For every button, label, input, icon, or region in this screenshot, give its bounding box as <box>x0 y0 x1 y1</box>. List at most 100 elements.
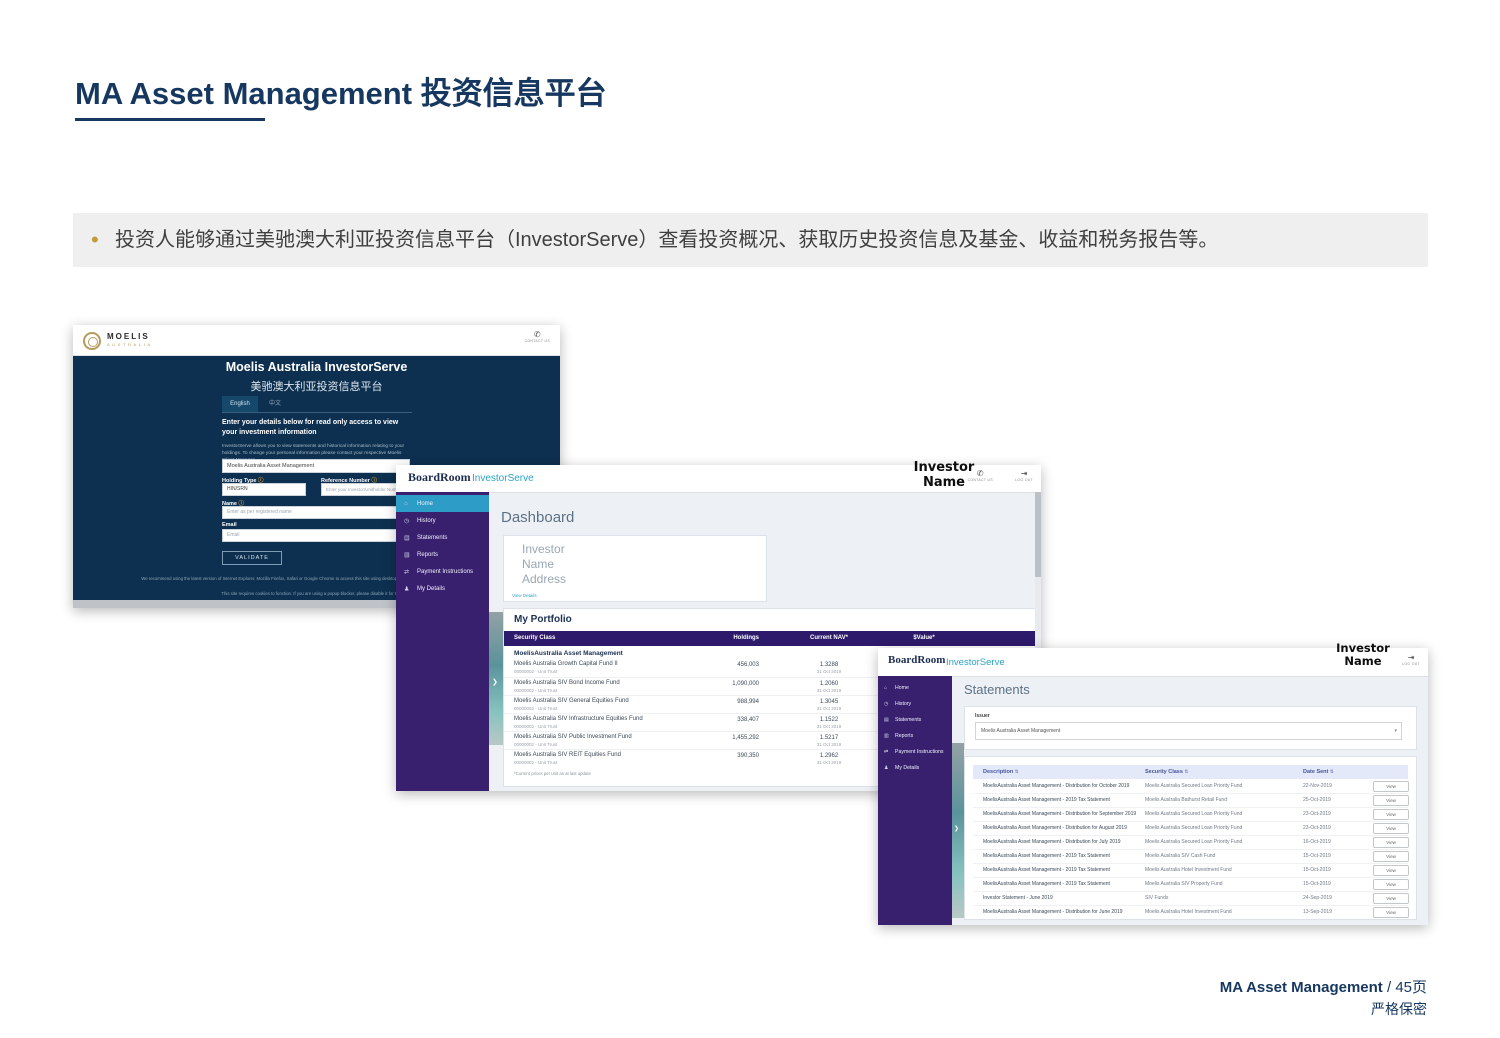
slide: MA Asset Management 投资信息平台 • 投资人能够通过美驰澳大… <box>0 0 1500 1038</box>
sidebar-item-statements[interactable]: ▤ Statements <box>878 712 952 727</box>
sidebar-item-history[interactable]: ◷ History <box>396 512 489 529</box>
statements-table-card: Description ⇅ Security Class ⇅ Date Sent… <box>964 756 1417 920</box>
holding-type-input[interactable]: HIN/SRN <box>222 483 306 496</box>
view-button[interactable]: View <box>1373 851 1409 862</box>
chevron-right-icon[interactable]: ❯ <box>954 825 959 832</box>
sidebar: ⌂ Home ◷ History ▤ Statements ▥ Reports … <box>878 676 952 925</box>
statements-icon: ▤ <box>884 717 889 723</box>
footer-confidential: 严格保密 <box>1220 999 1427 1019</box>
contact-us-button[interactable]: ✆ CONTACT US <box>525 330 550 343</box>
sidebar-item-reports[interactable]: ▥ Reports <box>396 546 489 563</box>
sort-icon: ⇅ <box>1184 769 1188 774</box>
phone-icon: ✆ <box>525 330 550 339</box>
investor-card-name: Investor <box>522 542 565 556</box>
view-button[interactable]: View <box>1373 809 1409 820</box>
scrollbar-thumb[interactable] <box>1035 492 1041 577</box>
statements-heading: Statements <box>964 682 1030 697</box>
bullet-icon: • <box>91 213 99 267</box>
statements-icon: ▤ <box>404 534 410 541</box>
view-details-link[interactable]: View Details <box>512 593 537 598</box>
home-icon: ⌂ <box>884 685 887 691</box>
tab-chinese[interactable]: 中文 <box>260 396 290 412</box>
sidebar-item-my-details[interactable]: ♟ My Details <box>878 760 952 775</box>
person-icon: ♟ <box>884 765 888 771</box>
table-row: MoelisAustralia Asset Management - 2019 … <box>973 849 1408 864</box>
issuer-card: Issuer Moelis Australia Asset Management… <box>964 706 1417 750</box>
carousel-image: ❯ <box>489 612 503 745</box>
table-row: MoelisAustralia Asset Management - Distr… <box>973 905 1408 919</box>
sort-icon: ⇅ <box>1015 769 1019 774</box>
table-row: MoelisAustralia Asset Management - Distr… <box>973 821 1408 836</box>
sidebar-item-my-details[interactable]: ♟ My Details <box>396 580 489 597</box>
boardroom-logo: BoardRoom <box>888 654 945 666</box>
reports-icon: ▥ <box>404 551 410 558</box>
investor-card: Investor Name Address View Details <box>503 535 767 602</box>
table-row: MoelisAustralia Asset Management - Distr… <box>973 779 1408 794</box>
sidebar-item-home[interactable]: ⌂ Home <box>396 495 489 512</box>
sort-security-class[interactable]: Security Class ⇅ <box>1145 765 1188 779</box>
sort-date-sent[interactable]: Date Sent ⇅ <box>1303 765 1334 779</box>
sidebar-item-history[interactable]: ◷ History <box>878 696 952 711</box>
view-button[interactable]: View <box>1373 823 1409 834</box>
person-icon: ♟ <box>404 585 409 592</box>
sort-icon: ⇅ <box>1330 769 1334 774</box>
slide-footer: MA Asset Management / 45页 严格保密 <box>1220 976 1427 1019</box>
portfolio-table-header: Security Class Holdings Current NAV* $Va… <box>504 631 1036 646</box>
chevron-right-icon[interactable]: ❯ <box>492 678 498 686</box>
issuer-label: Issuer <box>975 713 990 719</box>
bullet-bar: • 投资人能够通过美驰澳大利亚投资信息平台（InvestorServe）查看投资… <box>73 213 1428 267</box>
view-button[interactable]: View <box>1373 893 1409 904</box>
history-icon: ◷ <box>404 517 409 524</box>
moelis-brand-sub: AUSTRALIA <box>107 342 153 347</box>
table-row: Investor Statement - June 2019SIV Funds2… <box>973 891 1408 906</box>
issuer-input[interactable]: Moelis Australia Asset Management <box>222 459 410 473</box>
tab-english[interactable]: English <box>222 396 258 412</box>
portfolio-group: MoelisAustralia Asset Management <box>514 650 623 657</box>
payment-icon: ⇄ <box>404 568 409 575</box>
home-icon: ⌂ <box>404 501 408 507</box>
moelis-brand: MOELIS <box>107 332 150 341</box>
email-input[interactable]: Email <box>222 529 410 542</box>
sidebar-item-payment-instructions[interactable]: ⇄ Payment Instructions <box>396 563 489 580</box>
sidebar-item-home[interactable]: ⌂ Home <box>878 680 952 695</box>
view-button[interactable]: View <box>1373 795 1409 806</box>
logout-button[interactable]: ⇥ LOG OUT <box>1015 469 1033 482</box>
history-icon: ◷ <box>884 701 888 707</box>
sidebar-item-reports[interactable]: ▥ Reports <box>878 728 952 743</box>
investorserve-logo: InvestorServe <box>472 473 534 484</box>
login-form: English 中文 Enter your details below for … <box>222 325 412 608</box>
validate-button[interactable]: VALIDATE <box>222 551 282 565</box>
view-button[interactable]: View <box>1373 837 1409 848</box>
footer-brand: MA Asset Management <box>1220 979 1383 996</box>
reports-icon: ▥ <box>884 733 889 739</box>
payment-icon: ⇄ <box>884 749 888 755</box>
name-input[interactable]: Enter as per registered name <box>222 506 410 519</box>
statements-table-header: Description ⇅ Security Class ⇅ Date Sent… <box>973 765 1408 779</box>
view-button[interactable]: View <box>1373 879 1409 890</box>
sidebar-item-statements[interactable]: ▤ Statements <box>396 529 489 546</box>
investorserve-logo: InvestorServe <box>946 657 1005 668</box>
dashboard-heading: Dashboard <box>501 509 574 526</box>
portfolio-title: My Portfolio <box>514 614 572 625</box>
language-tabs: English 中文 <box>222 396 412 413</box>
boardroom-logo: BoardRoom <box>408 470 471 485</box>
sort-description[interactable]: Description ⇅ <box>983 765 1019 779</box>
view-button[interactable]: View <box>1373 865 1409 876</box>
footer-page: / 45页 <box>1383 979 1427 996</box>
portfolio-footnote: *Current prices per unit as at last upda… <box>514 771 591 776</box>
investor-name-annotation: InvestorName <box>1318 642 1408 668</box>
login-intro: Enter your details below for read only a… <box>222 418 400 438</box>
email-label: Email <box>222 522 237 528</box>
view-button[interactable]: View <box>1373 781 1409 792</box>
investor-name-annotation: InvestorName <box>894 461 994 491</box>
statements-window: BoardRoom InvestorServe ⇥ LOG OUT Invest… <box>878 648 1428 925</box>
table-row: MoelisAustralia Asset Management - Distr… <box>973 835 1408 850</box>
sidebar-item-payment-instructions[interactable]: ⇄ Payment Instructions <box>878 744 952 759</box>
title-underline <box>75 118 265 121</box>
chevron-down-icon: ▾ <box>1394 723 1397 739</box>
carousel-image: ❯ <box>952 743 964 918</box>
view-button[interactable]: View <box>1373 907 1409 918</box>
table-row: MoelisAustralia Asset Management - 2019 … <box>973 877 1408 892</box>
issuer-select[interactable]: Moelis Australia Asset Management ▾ <box>975 722 1402 740</box>
sidebar: ⌂ Home ◷ History ▤ Statements ▥ Reports … <box>396 492 489 791</box>
